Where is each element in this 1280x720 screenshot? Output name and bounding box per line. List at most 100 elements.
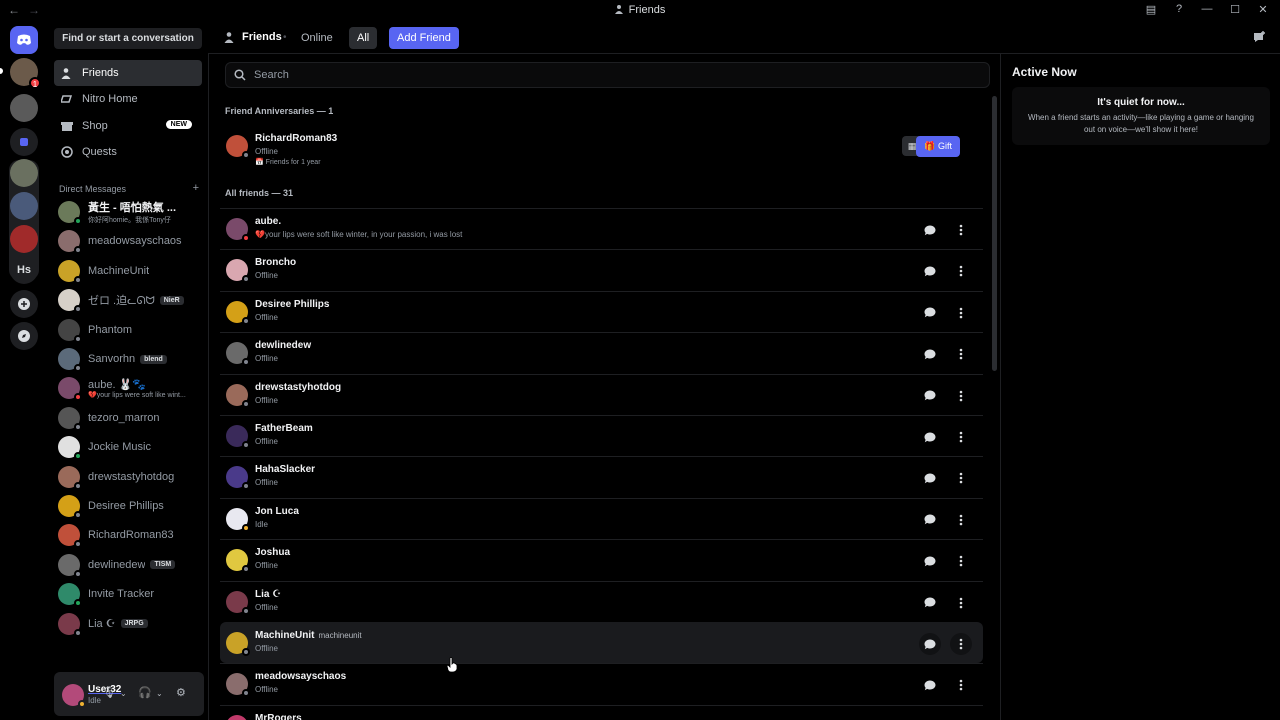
dm-item[interactable]: Lia ☪ JRPG bbox=[54, 610, 202, 638]
more-options-icon[interactable] bbox=[950, 426, 972, 448]
message-icon[interactable] bbox=[919, 467, 941, 489]
friend-row[interactable]: Joshua Offline bbox=[220, 539, 983, 580]
message-icon[interactable] bbox=[919, 302, 941, 324]
more-options-icon[interactable] bbox=[950, 592, 972, 614]
friend-row[interactable]: FatherBeam Offline bbox=[220, 415, 983, 456]
dm-item[interactable]: drewstastyhotdog bbox=[54, 463, 202, 491]
user-avatar[interactable] bbox=[62, 684, 86, 708]
dm-item[interactable]: Invite Tracker bbox=[54, 580, 202, 608]
friend-row[interactable]: Jon Luca Idle bbox=[220, 497, 983, 539]
dm-item[interactable]: Jockie Music bbox=[54, 433, 202, 461]
create-dm-plus-icon[interactable]: + bbox=[193, 182, 199, 194]
dm-item[interactable]: Phantom bbox=[54, 316, 202, 344]
more-options-icon[interactable] bbox=[950, 633, 972, 655]
gift-icon: 🎁 bbox=[924, 141, 938, 151]
headphones-options-chevron-icon[interactable]: ⌄ bbox=[156, 689, 163, 698]
friend-row[interactable]: MrRogersOffline bbox=[220, 704, 983, 720]
friend-row[interactable]: Desiree Phillips Offline bbox=[220, 290, 983, 332]
nav-item-label: Shop bbox=[82, 120, 108, 132]
friend-status: Offline bbox=[255, 354, 278, 364]
server-icon[interactable] bbox=[10, 192, 38, 220]
friend-row[interactable]: meadowsayschaos Offline bbox=[220, 663, 983, 704]
friend-row[interactable]: drewstastyhotdog Offline bbox=[220, 373, 983, 415]
message-icon[interactable] bbox=[919, 716, 941, 720]
dm-text: 黃生 - 唔怕熱氣 ... 你好阿homie。我係Tony仔 bbox=[88, 199, 176, 225]
scrollbar[interactable] bbox=[992, 96, 997, 371]
settings-gear-icon[interactable]: ⚙ bbox=[176, 686, 186, 699]
message-icon[interactable] bbox=[919, 260, 941, 282]
nav-item-friends[interactable]: Friends bbox=[54, 60, 202, 86]
message-icon[interactable] bbox=[919, 550, 941, 572]
friend-row[interactable]: Lia ☪ Offline bbox=[220, 580, 983, 622]
friend-row[interactable]: MachineUnit machineunit Offline bbox=[220, 622, 983, 663]
mic-icon[interactable]: 🎙 bbox=[102, 686, 116, 699]
nav-item-shop[interactable]: Shop NEW bbox=[54, 113, 202, 139]
message-icon[interactable] bbox=[919, 219, 941, 241]
friend-name-line: Joshua bbox=[255, 547, 290, 558]
dm-item[interactable]: aube. 🐰🐾 💔your lips were soft like wint..… bbox=[54, 374, 202, 402]
headphones-icon[interactable]: 🎧 bbox=[138, 686, 152, 699]
friend-row[interactable]: dewlinedew Offline bbox=[220, 332, 983, 373]
message-icon[interactable] bbox=[919, 343, 941, 365]
friend-row[interactable]: aube. 💔your lips were soft like winter, i… bbox=[220, 208, 983, 249]
dm-name-line: Jockie Music bbox=[88, 441, 151, 453]
friend-row[interactable]: Broncho Offline bbox=[220, 249, 983, 290]
search-bar[interactable] bbox=[225, 62, 990, 88]
anniversary-row[interactable]: RichardRoman83 Offline 📅 Friends for 1 y… bbox=[220, 126, 983, 167]
server-avatar[interactable]: 1 bbox=[10, 58, 41, 89]
mic-options-chevron-icon[interactable]: ⌄ bbox=[120, 689, 127, 698]
dm-item[interactable]: Sanvorhn blend bbox=[54, 345, 202, 373]
dm-item[interactable]: meadowsayschaos bbox=[54, 227, 202, 255]
gift-button[interactable]: 🎁 Gift bbox=[916, 136, 960, 157]
message-icon[interactable] bbox=[919, 385, 941, 407]
find-conversation-button[interactable]: Find or start a conversation bbox=[54, 28, 202, 49]
more-options-icon[interactable] bbox=[950, 302, 972, 324]
search-input[interactable] bbox=[254, 69, 954, 81]
close-icon[interactable]: ✕ bbox=[1256, 3, 1270, 16]
dm-name: MachineUnit bbox=[88, 264, 150, 277]
folder-icon[interactable] bbox=[10, 128, 38, 156]
server-icon[interactable] bbox=[10, 94, 38, 122]
tab-online[interactable]: Online bbox=[293, 27, 341, 49]
friend-name: Jon Luca bbox=[255, 505, 299, 517]
server-icon[interactable] bbox=[10, 159, 38, 187]
message-icon[interactable] bbox=[919, 592, 941, 614]
message-icon[interactable] bbox=[919, 674, 941, 696]
dm-item[interactable]: Desiree Phillips bbox=[54, 492, 202, 520]
dm-item[interactable]: MachineUnit bbox=[54, 257, 202, 285]
status-indicator bbox=[74, 422, 82, 431]
message-icon[interactable] bbox=[919, 426, 941, 448]
more-options-icon[interactable] bbox=[950, 219, 972, 241]
maximize-icon[interactable]: ☐ bbox=[1228, 3, 1242, 16]
more-options-icon[interactable] bbox=[950, 509, 972, 531]
more-options-icon[interactable] bbox=[950, 674, 972, 696]
dm-avatar bbox=[58, 259, 82, 284]
message-icon[interactable] bbox=[919, 633, 941, 655]
dm-item[interactable]: RichardRoman83 bbox=[54, 521, 202, 549]
server-icon[interactable] bbox=[10, 225, 38, 253]
home-discord-button[interactable] bbox=[10, 26, 38, 54]
more-options-icon[interactable] bbox=[950, 467, 972, 489]
explore-button[interactable] bbox=[10, 322, 38, 350]
more-options-icon[interactable] bbox=[950, 550, 972, 572]
more-options-icon[interactable] bbox=[950, 260, 972, 282]
new-group-dm-icon[interactable] bbox=[1253, 31, 1266, 46]
more-options-icon[interactable] bbox=[950, 716, 972, 720]
message-icon[interactable] bbox=[919, 509, 941, 531]
dm-item[interactable]: 黃生 - 唔怕熱氣 ... 你好阿homie。我係Tony仔 bbox=[54, 198, 202, 226]
friend-row[interactable]: HahaSlacker Offline bbox=[220, 456, 983, 497]
tab-all[interactable]: All bbox=[349, 27, 378, 49]
server-hs[interactable]: Hs bbox=[10, 256, 38, 284]
minimize-icon[interactable]: — bbox=[1200, 3, 1214, 16]
nav-item-quests[interactable]: Quests bbox=[54, 139, 202, 165]
more-options-icon[interactable] bbox=[950, 385, 972, 407]
add-server-button[interactable] bbox=[10, 290, 38, 318]
dm-item[interactable]: ゼロ .迫ᓚᘏᗢ NieR bbox=[54, 286, 202, 314]
add-friend-button[interactable]: Add Friend bbox=[389, 27, 459, 49]
dm-item[interactable]: tezoro_marron bbox=[54, 404, 202, 432]
dm-item[interactable]: dewlinedew TISM bbox=[54, 551, 202, 579]
help-icon[interactable]: ? bbox=[1172, 3, 1186, 16]
more-options-icon[interactable] bbox=[950, 343, 972, 365]
inbox-icon[interactable]: ▤ bbox=[1144, 3, 1158, 16]
nav-item-nitro-home[interactable]: Nitro Home bbox=[54, 86, 202, 112]
